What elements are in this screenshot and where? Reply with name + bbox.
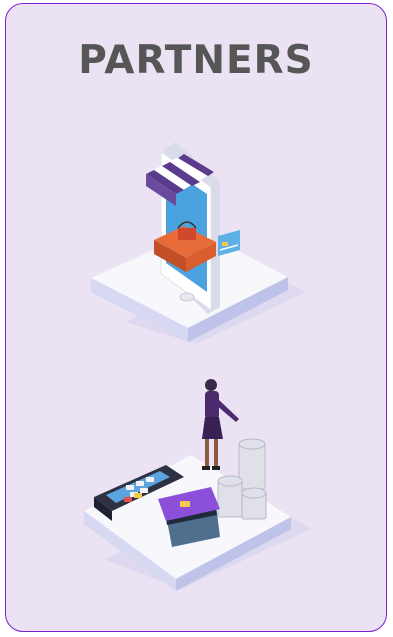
payment-terminal-icon — [6, 369, 386, 599]
partners-card: PARTNERS — [5, 3, 387, 632]
section-title: PARTNERS — [78, 38, 314, 83]
mobile-storefront-icon — [6, 132, 386, 352]
